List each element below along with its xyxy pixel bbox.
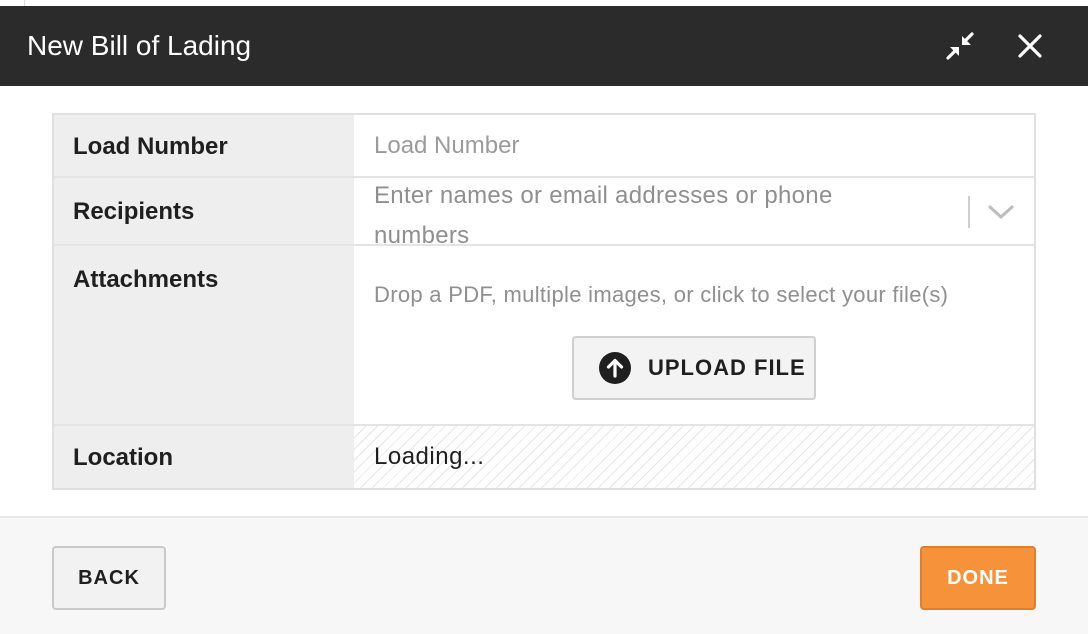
close-button[interactable] [1010, 26, 1050, 66]
collapse-arrows-icon [946, 32, 974, 60]
location-loading-text: Loading... [374, 443, 485, 470]
recipients-placeholder: Enter names or email addresses or phone … [374, 182, 833, 249]
upload-file-label: UPLOAD FILE [648, 355, 806, 380]
location-row: Location Loading... [54, 426, 1034, 488]
back-button[interactable]: BACK [52, 546, 166, 610]
recipients-select[interactable]: Enter names or email addresses or phone … [354, 178, 1034, 249]
chevron-down-icon [988, 205, 1014, 219]
dialog-body: Load Number Recipients Enter names or em… [0, 86, 1088, 516]
load-number-row: Load Number [54, 115, 1034, 178]
recipients-row: Recipients Enter names or email addresse… [54, 178, 1034, 249]
location-field: Loading... [354, 426, 1034, 488]
dropzone-hint: Drop a PDF, multiple images, or click to… [374, 282, 949, 307]
collapse-button[interactable] [940, 26, 980, 66]
dropdown-separator [968, 196, 970, 228]
load-number-input[interactable] [374, 129, 1014, 163]
dialog-header: New Bill of Lading [0, 6, 1088, 86]
recipients-dropdown-toggle[interactable] [986, 198, 1016, 226]
done-button[interactable]: DONE [920, 546, 1036, 610]
dialog-footer: BACK DONE [0, 516, 1088, 634]
upload-arrow-circle-icon [599, 352, 631, 384]
bill-of-lading-form: Load Number Recipients Enter names or em… [52, 113, 1036, 490]
dialog-title: New Bill of Lading [27, 30, 252, 61]
load-number-label: Load Number [54, 115, 354, 176]
upload-file-button[interactable]: UPLOAD FILE [572, 336, 816, 400]
attachments-row: Attachments Drop a PDF, multiple images,… [54, 246, 1034, 426]
location-label: Location [54, 426, 354, 488]
dialog: New Bill of Lading Load Number Load Numb… [0, 0, 1088, 634]
attachments-dropzone[interactable]: Drop a PDF, multiple images, or click to… [354, 246, 1034, 424]
close-icon [1018, 34, 1042, 58]
load-number-cell [354, 115, 1034, 176]
recipients-label: Recipients [54, 178, 354, 244]
attachments-label: Attachments [54, 246, 354, 424]
